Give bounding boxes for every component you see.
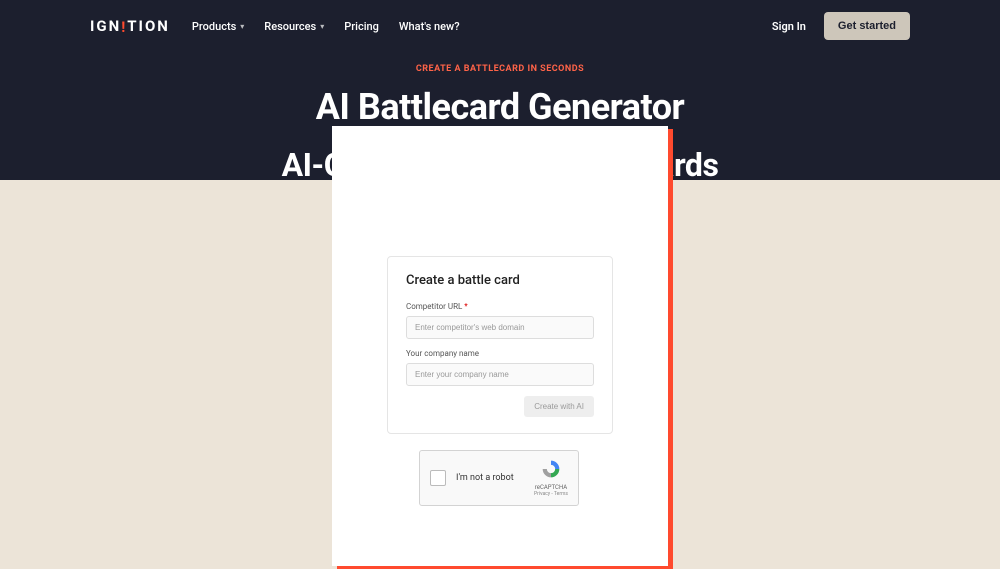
recaptcha-widget: I'm not a robot reCAPTCHA Privacy - Term… [419,450,579,506]
nav: Products ▾ Resources ▾ Pricing What's ne… [192,20,460,33]
form-title: Create a battle card [406,273,594,288]
eyebrow-part-2: IN SECONDS [525,64,584,74]
competitor-url-input[interactable] [406,316,594,339]
company-name-label: Your company name [406,349,594,358]
recaptcha-checkbox[interactable] [430,470,446,486]
nav-whatsnew[interactable]: What's new? [399,20,460,33]
get-started-button[interactable]: Get started [824,12,910,40]
logo-prefix: IGN [90,17,121,35]
company-name-input[interactable] [406,363,594,386]
hero-eyebrow: CREATE A BATTLECARD IN SECONDS [0,64,1000,74]
header: IGN!TION Products ▾ Resources ▾ Pricing … [0,0,1000,52]
create-with-ai-button[interactable]: Create with AI [524,396,594,417]
logo[interactable]: IGN!TION [90,17,170,35]
recaptcha-brand: reCAPTCHA [534,484,568,491]
nav-pricing-label: Pricing [344,20,379,33]
recaptcha-icon [541,459,561,479]
chevron-down-icon: ▾ [320,22,324,31]
header-left: IGN!TION Products ▾ Resources ▾ Pricing … [90,17,460,35]
recaptcha-terms: Privacy - Terms [534,491,568,497]
form-box: Create a battle card Competitor URL * Yo… [387,256,613,434]
hero-title: AI Battlecard Generator [0,86,1000,128]
competitor-url-label: Competitor URL * [406,302,594,311]
required-asterisk: * [464,302,467,311]
recaptcha-label: I'm not a robot [456,473,524,483]
nav-whatsnew-label: What's new? [399,20,460,33]
nav-resources[interactable]: Resources ▾ [264,20,324,33]
nav-products-label: Products [192,20,236,33]
chevron-down-icon: ▾ [240,22,244,31]
nav-pricing[interactable]: Pricing [344,20,379,33]
competitor-url-label-text: Competitor URL [406,302,462,311]
logo-suffix: TION [127,17,170,35]
logo-exclaim-icon: ! [121,18,127,36]
sign-in-link[interactable]: Sign In [772,20,806,33]
nav-products[interactable]: Products ▾ [192,20,244,33]
nav-resources-label: Resources [264,20,316,33]
header-right: Sign In Get started [772,12,910,40]
form-card: Create a battle card Competitor URL * Yo… [332,126,668,566]
recaptcha-branding: reCAPTCHA Privacy - Terms [534,459,568,497]
eyebrow-part-1: CREATE A BATTLECARD [416,64,525,74]
card-wrapper: Create a battle card Competitor URL * Yo… [332,126,668,566]
